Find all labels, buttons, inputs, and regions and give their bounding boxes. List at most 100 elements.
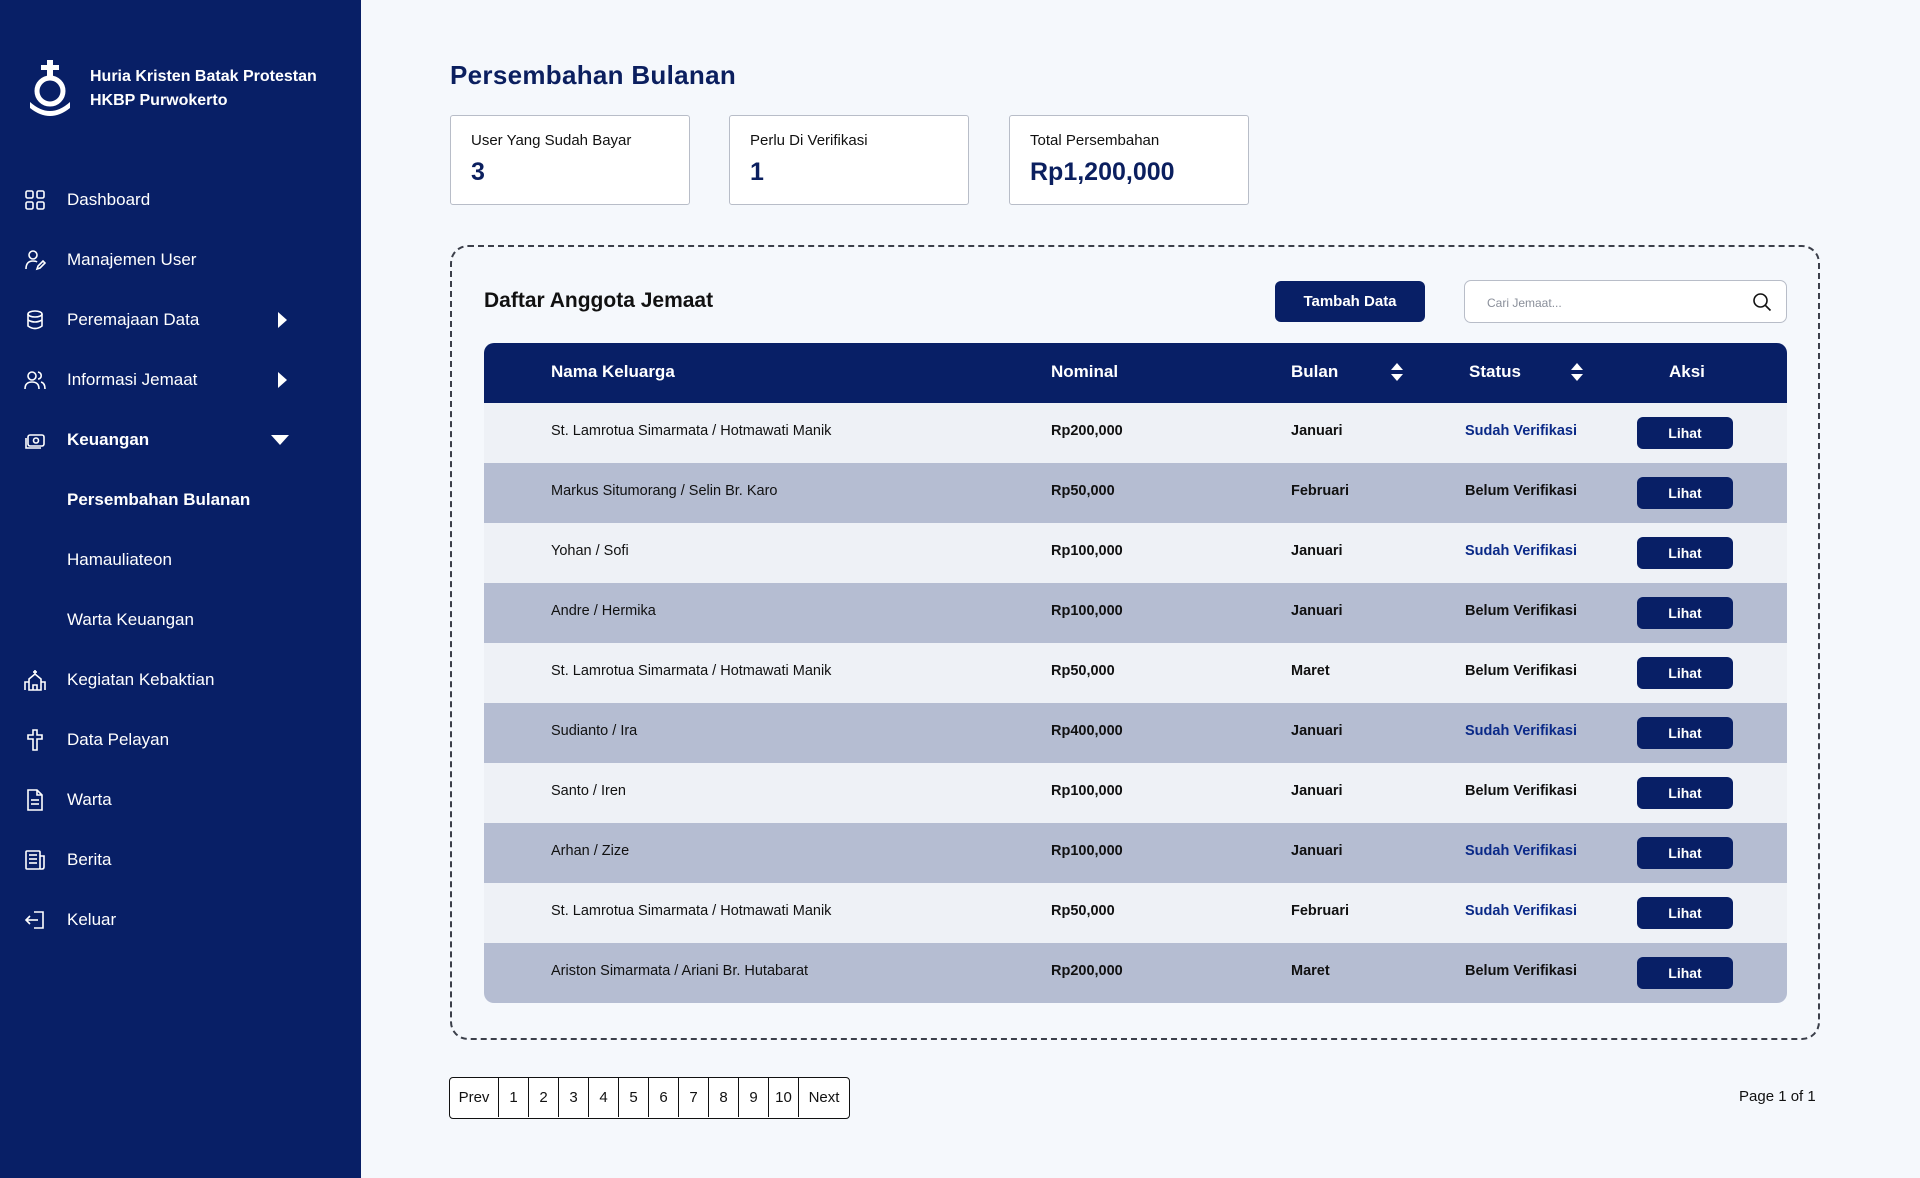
search-input[interactable]: [1485, 291, 1739, 315]
view-button[interactable]: Lihat: [1637, 417, 1733, 449]
next-page-button[interactable]: Next: [799, 1078, 849, 1117]
view-button[interactable]: Lihat: [1637, 717, 1733, 749]
cell-status: Belum Verifikasi: [1465, 663, 1578, 679]
sidebar-item-keuangan[interactable]: Keuangan: [0, 420, 361, 460]
sidebar-item-hamauliateon[interactable]: Hamauliateon: [0, 540, 361, 580]
brand: Huria Kristen Batak Protestan HKBP Purwo…: [26, 58, 317, 120]
cell-bulan: Januari: [1291, 543, 1343, 559]
cell-bulan: Januari: [1291, 723, 1343, 739]
sidebar-item-label: Persembahan Bulanan: [67, 490, 251, 509]
stat-value: 3: [471, 158, 485, 186]
document-icon: [27, 789, 43, 811]
page-number-button[interactable]: 10: [769, 1078, 799, 1117]
page-number-button[interactable]: 2: [529, 1078, 559, 1117]
sidebar-item-berita[interactable]: Berita: [0, 840, 361, 880]
sidebar-item-label: Berita: [67, 850, 112, 869]
cell-bulan: Februari: [1291, 903, 1350, 919]
cell-bulan: Januari: [1291, 843, 1343, 859]
view-button[interactable]: Lihat: [1637, 777, 1733, 809]
sidebar-item-label: Dashboard: [67, 190, 151, 209]
panel-title: Daftar Anggota Jemaat: [484, 289, 714, 312]
view-button[interactable]: Lihat: [1637, 957, 1733, 989]
view-button[interactable]: Lihat: [1637, 657, 1733, 689]
chevron-down-icon: [271, 435, 289, 445]
stat-label: User Yang Sudah Bayar: [471, 132, 632, 149]
sidebar-item-peremajaan-data[interactable]: Peremajaan Data: [0, 300, 361, 340]
page-title: Persembahan Bulanan: [450, 60, 737, 90]
sidebar-item-dashboard[interactable]: Dashboard: [0, 180, 361, 220]
page-number-button[interactable]: 7: [679, 1078, 709, 1117]
prev-page-button[interactable]: Prev: [450, 1078, 499, 1117]
search-icon[interactable]: [1752, 292, 1772, 312]
cell-bulan: Januari: [1291, 783, 1343, 799]
chevron-right-icon: [278, 372, 287, 388]
cell-nominal: Rp200,000: [1051, 423, 1123, 439]
sidebar-item-persembahan-bulanan[interactable]: Persembahan Bulanan: [0, 480, 361, 520]
grid-icon: [25, 190, 45, 210]
view-button[interactable]: Lihat: [1637, 537, 1733, 569]
stat-card-paid-users: User Yang Sudah Bayar 3: [450, 115, 690, 205]
page-number-button[interactable]: 5: [619, 1078, 649, 1117]
table-row: St. Lamrotua Simarmata / Hotmawati Manik…: [484, 643, 1787, 703]
user-edit-icon: [25, 250, 46, 271]
sidebar-item-label: Kegiatan Kebaktian: [67, 670, 215, 689]
cell-status: Sudah Verifikasi: [1465, 843, 1578, 859]
search-box: [1464, 280, 1787, 323]
sidebar-item-informasi-jemaat[interactable]: Informasi Jemaat: [0, 360, 361, 400]
sort-icon[interactable]: [1570, 362, 1584, 382]
view-button[interactable]: Lihat: [1637, 477, 1733, 509]
sidebar-item-label: Warta: [67, 790, 112, 809]
sidebar-item-kegiatan-kebaktian[interactable]: Kegiatan Kebaktian: [0, 660, 361, 700]
page-number-button[interactable]: 4: [589, 1078, 619, 1117]
table-row: Sudianto / Ira Rp400,000 Januari Sudah Veri…: [484, 703, 1787, 763]
sidebar-item-label: Manajemen User: [67, 250, 197, 269]
cell-bulan: Januari: [1291, 603, 1343, 619]
newspaper-icon: [25, 850, 45, 870]
cell-nama: Ariston Simarmata / Ariani Br. Hutabarat: [551, 963, 809, 979]
stat-card-total-offering: Total Persembahan Rp1,200,000: [1009, 115, 1249, 205]
cell-nominal: Rp100,000: [1051, 543, 1123, 559]
add-data-button[interactable]: Tambah Data: [1275, 281, 1425, 322]
cell-nama: Arhan / Zize: [551, 843, 630, 859]
brand-name: Huria Kristen Batak Protestan HKBP Purwo…: [90, 65, 317, 113]
pagination: Prev 1 2 3 4 5 6 7 8 9 10 Next: [449, 1077, 850, 1119]
view-button[interactable]: Lihat: [1637, 837, 1733, 869]
table-row: Yohan / Sofi Rp100,000 Januari Sudah Verifi…: [484, 523, 1787, 583]
users-icon: [24, 371, 46, 390]
header-aksi: Aksi: [1669, 362, 1705, 381]
cell-status: Sudah Verifikasi: [1465, 543, 1578, 559]
page-number-button[interactable]: 1: [499, 1078, 529, 1117]
cell-nama: Andre / Hermika: [551, 603, 656, 619]
page-number-button[interactable]: 6: [649, 1078, 679, 1117]
sidebar: Huria Kristen Batak Protestan HKBP Purwo…: [0, 0, 361, 1178]
sidebar-item-warta[interactable]: Warta: [0, 780, 361, 820]
table-body: St. Lamrotua Simarmata / Hotmawati Manik…: [484, 403, 1787, 1003]
sort-icon[interactable]: [1390, 362, 1404, 382]
sidebar-item-data-pelayan[interactable]: Data Pelayan: [0, 720, 361, 760]
chevron-right-icon: [278, 312, 287, 328]
page-number-button[interactable]: 3: [559, 1078, 589, 1117]
header-bulan: Bulan: [1291, 362, 1339, 381]
cell-status: Belum Verifikasi: [1465, 483, 1578, 499]
sidebar-item-warta-keuangan[interactable]: Warta Keuangan: [0, 600, 361, 640]
page-number-button[interactable]: 9: [739, 1078, 769, 1117]
brand-line-2: HKBP Purwokerto: [90, 92, 228, 109]
view-button[interactable]: Lihat: [1637, 897, 1733, 929]
stat-value: Rp1,200,000: [1030, 158, 1175, 186]
sidebar-item-keluar[interactable]: Keluar: [0, 900, 361, 940]
sidebar-item-manajemen-user[interactable]: Manajemen User: [0, 240, 361, 280]
cell-nama: Markus Situmorang / Selin Br. Karo: [551, 483, 778, 499]
cell-nominal: Rp100,000: [1051, 843, 1123, 859]
cell-status: Sudah Verifikasi: [1465, 423, 1578, 439]
cell-nominal: Rp50,000: [1051, 483, 1115, 499]
view-button[interactable]: Lihat: [1637, 597, 1733, 629]
sidebar-item-label: Informasi Jemaat: [67, 370, 198, 389]
money-icon: [25, 434, 45, 449]
cell-nama: St. Lamrotua Simarmata / Hotmawati Manik: [551, 663, 832, 679]
stat-label: Perlu Di Verifikasi: [750, 132, 868, 149]
cell-status: Belum Verifikasi: [1465, 783, 1578, 799]
stat-value: 1: [750, 158, 764, 186]
cell-status: Belum Verifikasi: [1465, 963, 1578, 979]
cell-nominal: Rp400,000: [1051, 723, 1123, 739]
page-number-button[interactable]: 8: [709, 1078, 739, 1117]
